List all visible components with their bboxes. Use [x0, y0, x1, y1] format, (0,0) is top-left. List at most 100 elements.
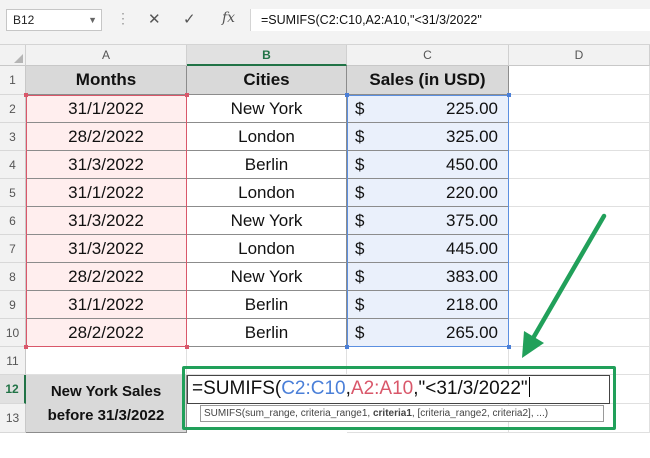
empty-cell[interactable] [509, 179, 650, 207]
empty-cell[interactable] [26, 347, 187, 375]
row-header-1[interactable]: 1 [0, 66, 26, 95]
row-header-2[interactable]: 2 [0, 95, 26, 123]
cell-city[interactable]: New York [187, 263, 347, 291]
cell-month[interactable]: 28/2/2022 [26, 263, 187, 291]
row-header-7[interactable]: 7 [0, 235, 26, 263]
summary-label-line1: New York Sales [50, 383, 162, 400]
select-all-corner[interactable] [0, 45, 26, 66]
column-header-d[interactable]: D [509, 45, 650, 66]
formula-range-sum: C2:C10 [281, 378, 346, 399]
currency-symbol: $ [355, 183, 365, 202]
formula-bar: B12 ▼ ⋮ ✕ ✓ fx =SUMIFS(C2:C10,A2:A10,"<3… [0, 0, 650, 45]
currency-symbol: $ [355, 323, 365, 342]
empty-cell[interactable] [509, 207, 650, 235]
cell-city[interactable]: New York [187, 207, 347, 235]
currency-symbol: $ [355, 155, 365, 174]
cell-city[interactable]: Berlin [187, 151, 347, 179]
cell-month[interactable]: 31/3/2022 [26, 207, 187, 235]
header-cities[interactable]: Cities [187, 66, 347, 95]
sales-amount: 450.00 [446, 155, 498, 174]
row-header-13[interactable]: 13 [0, 404, 26, 433]
cell-b12-editor[interactable]: =SUMIFS(C2:C10,A2:A10,"<31/3/2022" [187, 375, 610, 404]
summary-label[interactable]: New York Sales before 31/3/2022 [26, 375, 187, 433]
cell-sales[interactable]: $325.00 [347, 123, 509, 151]
row-header-9[interactable]: 9 [0, 291, 26, 319]
text-cursor [528, 377, 530, 397]
chevron-down-icon[interactable]: ▼ [88, 10, 97, 30]
cell-month[interactable]: 31/1/2022 [26, 291, 187, 319]
empty-cell[interactable] [509, 235, 650, 263]
cell-month[interactable]: 31/3/2022 [26, 235, 187, 263]
cell-sales[interactable]: $375.00 [347, 207, 509, 235]
empty-cell[interactable] [509, 291, 650, 319]
row-header-3[interactable]: 3 [0, 123, 26, 151]
currency-symbol: $ [355, 99, 365, 118]
column-header-a[interactable]: A [26, 45, 187, 66]
name-box[interactable]: B12 ▼ [6, 9, 102, 31]
empty-cell[interactable] [509, 123, 650, 151]
cell-sales[interactable]: $265.00 [347, 319, 509, 347]
sales-amount: 325.00 [446, 127, 498, 146]
sales-amount: 375.00 [446, 211, 498, 230]
empty-cell[interactable] [509, 95, 650, 123]
cell-month[interactable]: 28/2/2022 [26, 319, 187, 347]
drag-handle-icon[interactable]: ⋮ [116, 10, 130, 27]
enter-icon[interactable]: ✓ [183, 10, 196, 28]
empty-cell[interactable] [187, 347, 347, 375]
header-months[interactable]: Months [26, 66, 187, 95]
empty-cell[interactable] [509, 263, 650, 291]
sales-amount: 218.00 [446, 295, 498, 314]
cell-month[interactable]: 31/3/2022 [26, 151, 187, 179]
tooltip-pre: SUMIFS(sum_range, criteria_range1, [204, 408, 373, 419]
tooltip-current-arg: criteria1 [372, 408, 412, 419]
formula-input[interactable]: =SUMIFS(C2:C10,A2:A10,"<31/3/2022" [250, 9, 650, 31]
cancel-icon[interactable]: ✕ [148, 10, 161, 28]
cell-month[interactable]: 31/1/2022 [26, 179, 187, 207]
row-header-4[interactable]: 4 [0, 151, 26, 179]
sales-amount: 383.00 [446, 267, 498, 286]
formula-prefix: =SUMIFS( [192, 378, 282, 399]
empty-cell[interactable] [509, 319, 650, 347]
header-sales[interactable]: Sales (in USD) [347, 66, 509, 95]
column-header-c[interactable]: C [347, 45, 509, 66]
row-header-5[interactable]: 5 [0, 179, 26, 207]
sales-amount: 220.00 [446, 183, 498, 202]
cell-month[interactable]: 28/2/2022 [26, 123, 187, 151]
currency-symbol: $ [355, 239, 365, 258]
name-box-value: B12 [13, 13, 35, 27]
cell-month[interactable]: 31/1/2022 [26, 95, 187, 123]
empty-cell[interactable] [509, 347, 650, 375]
cell-city[interactable]: New York [187, 95, 347, 123]
row-header-10[interactable]: 10 [0, 319, 26, 347]
formula-range-criteria: A2:A10 [350, 378, 414, 399]
formula-suffix: ,"<31/3/2022" [413, 378, 528, 399]
cell-sales[interactable]: $383.00 [347, 263, 509, 291]
empty-cell[interactable] [509, 66, 650, 95]
sales-amount: 225.00 [446, 99, 498, 118]
currency-symbol: $ [355, 267, 365, 286]
currency-symbol: $ [355, 211, 365, 230]
cell-sales[interactable]: $218.00 [347, 291, 509, 319]
cell-city[interactable]: London [187, 123, 347, 151]
cell-sales[interactable]: $445.00 [347, 235, 509, 263]
cell-city[interactable]: London [187, 235, 347, 263]
cell-sales[interactable]: $225.00 [347, 95, 509, 123]
function-tooltip: SUMIFS(sum_range, criteria_range1, crite… [200, 405, 604, 422]
insert-function-icon[interactable]: fx [222, 10, 235, 26]
sales-amount: 445.00 [446, 239, 498, 258]
summary-label-line2: before 31/3/2022 [47, 407, 165, 424]
cell-city[interactable]: Berlin [187, 319, 347, 347]
row-header-12[interactable]: 12 [0, 375, 26, 404]
row-header-8[interactable]: 8 [0, 263, 26, 291]
cell-sales[interactable]: $220.00 [347, 179, 509, 207]
row-header-6[interactable]: 6 [0, 207, 26, 235]
row-header-11[interactable]: 11 [0, 347, 26, 375]
cell-city[interactable]: London [187, 179, 347, 207]
empty-cell[interactable] [347, 347, 509, 375]
cell-city[interactable]: Berlin [187, 291, 347, 319]
currency-symbol: $ [355, 295, 365, 314]
cell-sales[interactable]: $450.00 [347, 151, 509, 179]
currency-symbol: $ [355, 127, 365, 146]
column-header-b[interactable]: B [187, 45, 347, 66]
empty-cell[interactable] [509, 151, 650, 179]
